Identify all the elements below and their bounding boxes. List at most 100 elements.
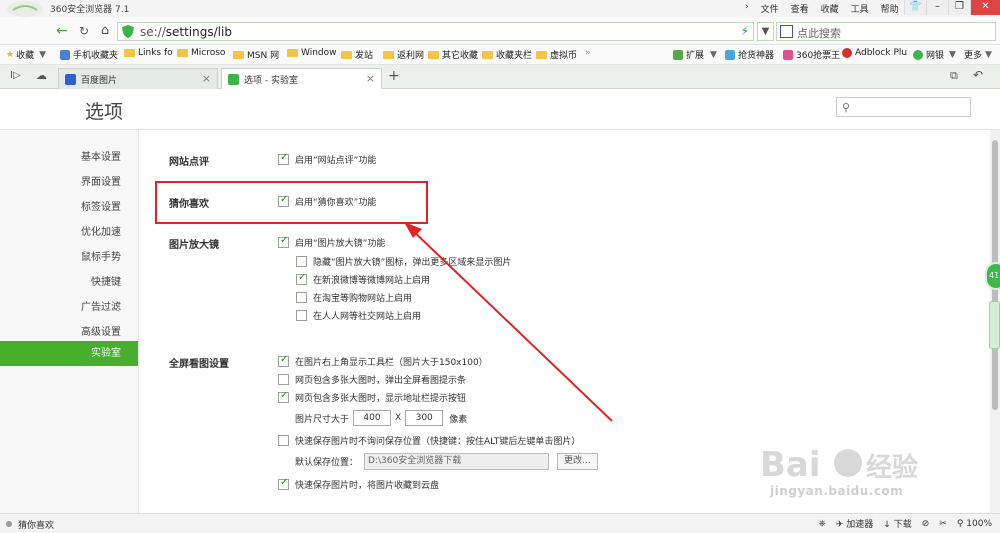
puzzle-icon (673, 49, 683, 60)
new-tab-plus-icon[interactable]: + (388, 68, 400, 84)
checkbox[interactable] (296, 310, 307, 321)
menu-expand-icon[interactable]: › (745, 2, 749, 15)
status-text: 猜你喜欢 (18, 521, 55, 531)
option-fs-prompt[interactable]: 网页包含多张大图时，弹出全屏看图提示条 (278, 373, 466, 386)
close-button[interactable]: ✕ (970, 0, 1000, 15)
checkbox[interactable] (278, 235, 289, 248)
download-button[interactable]: ↓ 下载 (883, 517, 911, 530)
minimize-button[interactable]: – (926, 0, 948, 15)
checkbox[interactable] (278, 152, 289, 165)
bookmark-windows[interactable]: Window (287, 48, 337, 58)
change-path-button[interactable]: 更改... (557, 453, 598, 470)
tab-close-icon[interactable]: × (366, 72, 375, 85)
bookmarks-more-button[interactable]: 更多 ▼ (964, 48, 992, 62)
bookmark-mobile[interactable]: 手机收藏夹 (60, 48, 118, 61)
sidebar-item-shortcut[interactable]: 快捷键 (91, 273, 121, 288)
sidebar-item-adfilter[interactable]: 广告过滤 (81, 298, 121, 313)
search-box[interactable]: 点此搜索 (776, 22, 996, 41)
tab-close-icon[interactable]: × (202, 72, 211, 85)
refresh-icon[interactable]: ↻ (74, 22, 94, 40)
bookmark-other[interactable]: 其它收藏 (428, 48, 478, 61)
option-fs-addrbtn[interactable]: 网页包含多张大图时，显示地址栏提示按钮 (278, 390, 466, 404)
bookmark-post[interactable]: 发站 (341, 48, 373, 61)
menu-file[interactable]: 文件 (761, 2, 779, 15)
settings-search-input[interactable]: ⚲ (836, 97, 971, 117)
back-arrow-icon[interactable]: ← (52, 22, 72, 40)
checkbox[interactable] (296, 292, 307, 303)
option-magnifier-hide[interactable]: 隐藏“图片放大镜”图标，弹出更多区域来显示图片 (296, 255, 511, 268)
option-magnifier-social[interactable]: 在人人网等社交网站上启用 (296, 309, 421, 322)
bookmark-msn[interactable]: MSN 网 (233, 48, 279, 61)
side-meter-icon[interactable] (989, 301, 1000, 349)
size-height-input[interactable]: 300 (405, 410, 444, 426)
search-engine-icon[interactable] (780, 25, 793, 38)
screenshot-icon[interactable]: ✂ (939, 519, 947, 529)
menu-help[interactable]: 帮助 (881, 2, 899, 15)
sidebar-item-advanced[interactable]: 高级设置 (81, 323, 121, 338)
compat-mode-icon[interactable]: ⎈ (819, 519, 826, 529)
checkbox[interactable] (296, 256, 307, 267)
bookmark-favbar[interactable]: 收藏夹栏 (482, 48, 532, 61)
mute-icon[interactable]: ⊘ (922, 519, 930, 529)
address-dropdown-icon[interactable]: ▼ (757, 22, 774, 41)
tab-options-lab[interactable]: 选项 - 实验室 × (221, 68, 382, 90)
sidebar-item-basic[interactable]: 基本设置 (81, 148, 121, 163)
option-fs-quicksave[interactable]: 快速保存图片时不询问保存位置（快捷键：按住ALT键后左键单击图片） (278, 434, 580, 447)
ext-ticket[interactable]: 360抢票王 (783, 48, 840, 61)
skin-icon[interactable]: 👕 (904, 0, 926, 15)
checkbox[interactable] (278, 435, 289, 446)
save-path-input[interactable]: D:\360安全浏览器下载 (364, 453, 550, 470)
checkbox[interactable] (278, 354, 289, 367)
checkbox[interactable] (278, 390, 289, 403)
menu-favorites[interactable]: 收藏 (821, 2, 839, 15)
status-bar: 猜你喜欢 ⎈ ✈ 加速器 ↓ 下载 ⊘ ✂ ⚲ 100% (0, 513, 1000, 533)
window-title: 360安全浏览器 7.1 (50, 5, 130, 15)
maximize-button[interactable]: ❐ (948, 0, 970, 15)
menu-tools[interactable]: 工具 (851, 2, 869, 15)
option-magnifier[interactable]: 启用“图片放大镜”功能 (278, 235, 385, 249)
folder-icon (124, 49, 135, 57)
bookmark-crypto[interactable]: 虚拟币 (536, 48, 577, 61)
sidebar-item-ui[interactable]: 界面设置 (81, 173, 121, 188)
speed-mode-icon[interactable]: ⚡ (741, 24, 749, 38)
option-fs-toolbar[interactable]: 在图片右上角显示工具栏（图片大于150x100） (278, 354, 488, 368)
option-label: 快速保存图片时不询问保存位置（快捷键：按住ALT键后左键单击图片） (295, 437, 581, 447)
sidebar-item-speedup[interactable]: 优化加速 (81, 223, 121, 238)
bookmark-rebate[interactable]: 返利网 (383, 48, 424, 61)
checkbox[interactable] (296, 272, 307, 285)
speed-ball-icon[interactable]: 41 (985, 262, 1000, 290)
section-title-review: 网站点评 (169, 157, 209, 168)
search-icon: ⚲ (842, 101, 851, 114)
option-fs-cloud[interactable]: 快速保存图片时，将图片收藏到云盘 (278, 477, 439, 491)
size-width-input[interactable]: 400 (353, 410, 392, 426)
zoom-control[interactable]: ⚲ 100% (957, 519, 992, 529)
undo-close-icon[interactable]: ↶ (973, 68, 983, 82)
cloud-icon[interactable]: ☁ (36, 69, 47, 82)
sidebar-toggle-icon[interactable]: I▷ (10, 70, 21, 81)
checkbox[interactable] (278, 374, 289, 385)
bookmarks-more-icon[interactable]: » (585, 48, 591, 58)
bookmark-links[interactable]: Links fo (124, 48, 173, 58)
tab-label: 百度图片 (81, 75, 118, 86)
ext-ebank[interactable]: 网银 ▼ (913, 48, 956, 61)
sidebar-item-gesture[interactable]: 鼠标手势 (81, 248, 121, 263)
bookmark-microsoft[interactable]: Microso (177, 48, 225, 58)
home-icon[interactable]: ⌂ (95, 22, 115, 40)
address-bar[interactable]: se://settings/lib ⚡ (117, 22, 754, 41)
ext-adblock[interactable]: Adblock Plu (842, 48, 907, 58)
ext-shopping[interactable]: 抢货神器 (725, 48, 774, 61)
option-review[interactable]: 启用“网站点评”功能 (278, 152, 376, 166)
option-magnifier-shopping[interactable]: 在淘宝等购物网站上启用 (296, 291, 412, 304)
extensions-button[interactable]: 扩展 ▼ (673, 48, 717, 61)
option-magnifier-weibo[interactable]: 在新浪微博等微博网站上启用 (296, 272, 430, 286)
sidebar-item-tabs[interactable]: 标签设置 (81, 198, 121, 213)
option-label: 在人人网等社交网站上启用 (313, 312, 422, 322)
checkbox[interactable] (278, 477, 289, 490)
tab-baidu-images[interactable]: 百度图片 × (58, 68, 218, 89)
settings-wrench-icon (228, 74, 239, 85)
sidebar-item-lab[interactable]: 实验室 (0, 341, 138, 366)
accelerator-button[interactable]: ✈ 加速器 (836, 517, 873, 530)
bookmark-favorites[interactable]: ★ 收藏 ▼ (6, 48, 46, 62)
menu-view[interactable]: 查看 (791, 2, 809, 15)
tab-list-icon[interactable]: ⧉ (950, 69, 958, 83)
